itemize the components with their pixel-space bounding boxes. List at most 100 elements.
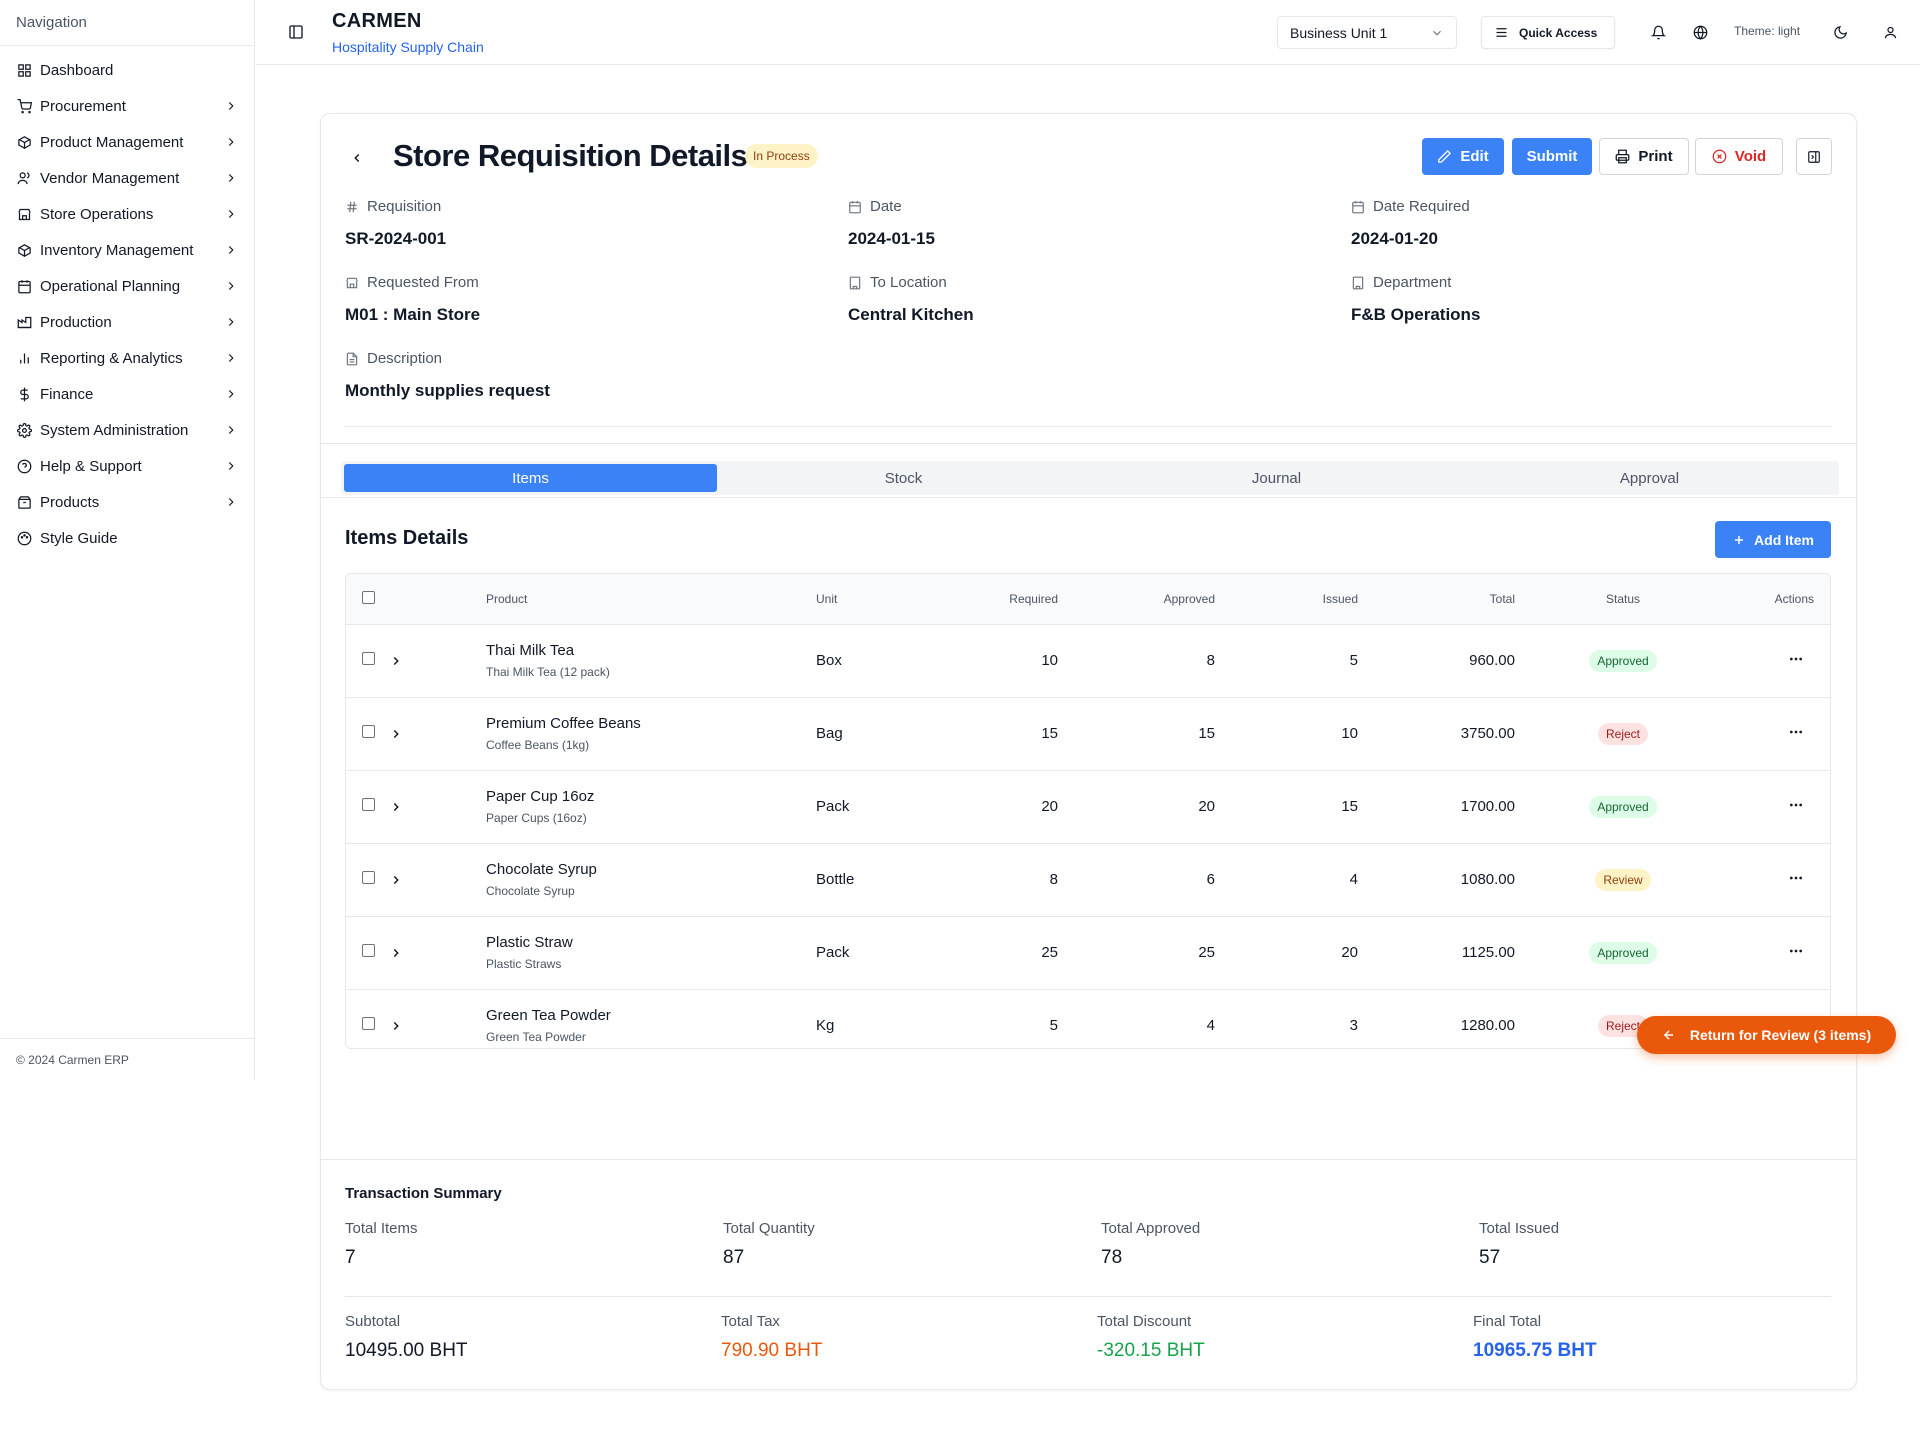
approved-cell: 8 — [1206, 652, 1215, 669]
row-actions-button[interactable] — [1788, 943, 1804, 959]
summary-tax: Total Tax 790.90 BHT — [721, 1313, 822, 1362]
chevron-right-icon — [393, 657, 399, 666]
row-checkbox[interactable] — [362, 798, 375, 811]
sidebar-item-production[interactable]: Production — [0, 304, 254, 340]
row-checkbox[interactable] — [362, 1017, 375, 1030]
tab-approval[interactable]: Approval — [1463, 464, 1836, 492]
submit-button[interactable]: Submit — [1512, 138, 1592, 175]
tab-stock[interactable]: Stock — [717, 464, 1090, 492]
page-title: Store Requisition Details — [393, 138, 748, 173]
sidebar-item-style-guide[interactable]: Style Guide — [0, 520, 254, 556]
chevron-right-icon — [393, 803, 399, 812]
total-items-label: Total Items — [345, 1220, 418, 1237]
sidebar-item-label: Production — [40, 313, 112, 331]
globe-icon[interactable] — [1690, 22, 1710, 42]
discount-label: Total Discount — [1097, 1313, 1192, 1330]
expand-row-button[interactable] — [389, 946, 403, 960]
row-actions-button[interactable] — [1788, 724, 1804, 740]
chevron-right-icon — [228, 174, 234, 182]
chevron-right-icon — [228, 210, 234, 218]
department-field: Department F&B Operations — [1351, 274, 1480, 325]
column-header-status: Status — [1515, 574, 1731, 625]
factory-icon — [16, 314, 32, 330]
department-value: F&B Operations — [1351, 305, 1481, 324]
table-header-row: Product Unit Required Approved Issued To… — [346, 574, 1830, 625]
sidebar-item-label: Dashboard — [40, 61, 114, 79]
expand-row-button[interactable] — [389, 654, 403, 668]
total-issued-label: Total Issued — [1479, 1220, 1560, 1237]
edit-button[interactable]: Edit — [1422, 138, 1504, 175]
sidebar-item-label: Operational Planning — [40, 277, 181, 295]
row-checkbox[interactable] — [362, 871, 375, 884]
void-label: Void — [1734, 148, 1767, 165]
sidebar-item-store-operations[interactable]: Store Operations — [0, 196, 254, 232]
summary-total-items: Total Items 7 — [345, 1220, 418, 1269]
package-icon — [16, 134, 32, 150]
summary-title: Transaction Summary — [345, 1185, 502, 1202]
row-actions-button[interactable] — [1788, 870, 1804, 886]
sidebar-item-procurement[interactable]: Procurement — [0, 88, 254, 124]
tab-items[interactable]: Items — [344, 464, 717, 492]
unit-cell: Pack — [816, 798, 850, 815]
sidebar-item-label: Products — [40, 493, 100, 511]
more-horizontal-icon — [1790, 657, 1802, 660]
approved-cell: 4 — [1206, 1017, 1215, 1034]
user-icon[interactable] — [1880, 22, 1900, 42]
quick-access-button[interactable]: Quick Access — [1481, 16, 1615, 49]
status-badge: Approved — [1589, 795, 1657, 818]
row-checkbox[interactable] — [362, 725, 375, 738]
expand-row-button[interactable] — [389, 800, 403, 814]
to-location-field: To Location Central Kitchen — [848, 274, 974, 325]
table-row: Green Tea Powder Green Tea Powder Kg 5 4 3 128… — [346, 989, 1830, 1048]
add-item-button[interactable]: Add Item — [1715, 521, 1831, 558]
sidebar-item-products[interactable]: Products — [0, 484, 254, 520]
table-row: Paper Cup 16oz Paper Cups (16oz) Pack 20 20 1… — [346, 770, 1830, 843]
sidebar-item-operational-planning[interactable]: Operational Planning — [0, 268, 254, 304]
row-actions-button[interactable] — [1788, 797, 1804, 813]
sidebar-toggle-button[interactable] — [286, 22, 306, 42]
bell-icon[interactable] — [1648, 22, 1668, 42]
sidebar-item-inventory-management[interactable]: Inventory Management — [0, 232, 254, 268]
sidebar-item-vendor-management[interactable]: Vendor Management — [0, 160, 254, 196]
sidebar-item-product-management[interactable]: Product Management — [0, 124, 254, 160]
panel-toggle-button[interactable] — [1796, 138, 1832, 175]
sidebar-item-label: Product Management — [40, 133, 184, 151]
expand-row-button[interactable] — [389, 727, 403, 741]
select-all-checkbox[interactable] — [362, 590, 375, 604]
void-button[interactable]: Void — [1695, 138, 1783, 175]
calendar-icon — [16, 278, 32, 294]
back-button[interactable] — [347, 148, 367, 168]
moon-icon[interactable] — [1830, 22, 1850, 42]
unit-cell: Box — [816, 652, 842, 669]
chevron-right-icon — [228, 354, 234, 362]
topbar: CARMEN Hospitality Supply Chain Business… — [256, 0, 1920, 65]
description-field: Description Monthly supplies request — [345, 350, 550, 401]
unit-cell: Pack — [816, 944, 850, 961]
print-button[interactable]: Print — [1599, 138, 1689, 175]
row-actions-button[interactable] — [1788, 651, 1804, 667]
date-field: Date 2024-01-15 — [848, 198, 935, 249]
expand-row-button[interactable] — [389, 873, 403, 887]
issued-cell: 5 — [1349, 652, 1358, 669]
sidebar-item-finance[interactable]: Finance — [0, 376, 254, 412]
sidebar-item-reporting-and-analytics[interactable]: Reporting & Analytics — [0, 340, 254, 376]
row-checkbox[interactable] — [362, 652, 375, 665]
business-unit-select[interactable]: Business Unit 1 — [1277, 16, 1457, 49]
row-checkbox[interactable] — [362, 944, 375, 957]
sidebar-header: Navigation — [0, 0, 254, 46]
product-description: Plastic Straws — [486, 957, 562, 971]
table-row: Chocolate Syrup Chocolate Syrup Bottle 8 6 4 1… — [346, 843, 1830, 916]
expand-row-button[interactable] — [389, 1019, 403, 1033]
tab-journal[interactable]: Journal — [1090, 464, 1463, 492]
sidebar-item-help-and-support[interactable]: Help & Support — [0, 448, 254, 484]
chevron-right-icon — [228, 498, 234, 506]
status-badge: Approved — [1589, 941, 1657, 964]
return-for-review-button[interactable]: Return for Review (3 items) — [1637, 1016, 1896, 1054]
chevron-right-icon — [228, 138, 234, 146]
totals-divider — [345, 1296, 1831, 1297]
sidebar-item-dashboard[interactable]: Dashboard — [0, 52, 254, 88]
sidebar-item-system-administration[interactable]: System Administration — [0, 412, 254, 448]
status-badge: In Process — [745, 144, 818, 168]
store-icon — [345, 276, 359, 290]
file-text-icon — [345, 352, 359, 366]
